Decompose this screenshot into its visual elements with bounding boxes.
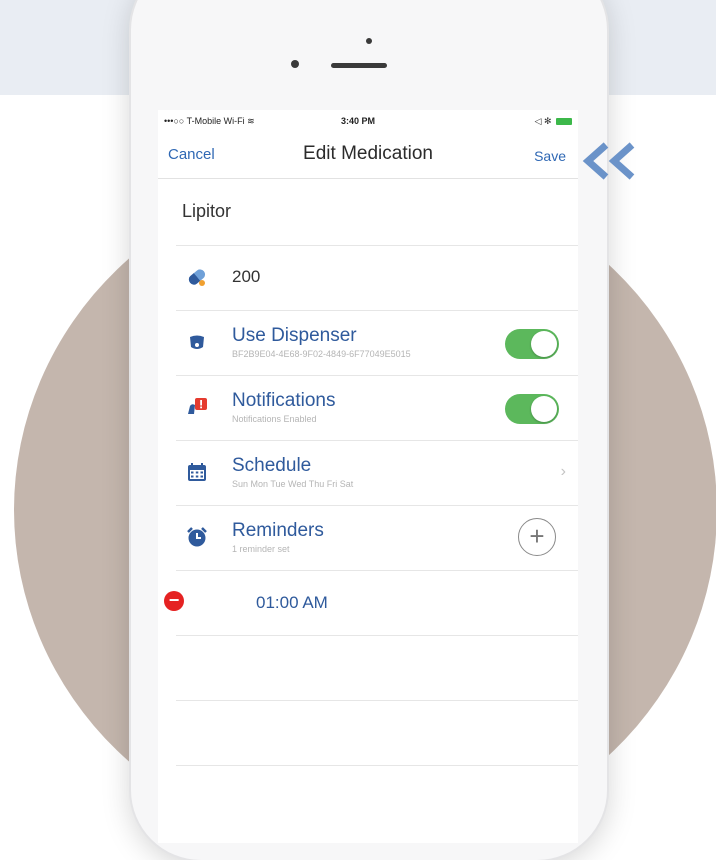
remove-reminder-icon[interactable]: − <box>164 591 184 611</box>
status-icons: ◁ ✻ <box>535 116 572 127</box>
pill-icon <box>188 269 206 286</box>
reminders-row: Reminders 1 reminder set + <box>176 506 578 571</box>
status-bar: •••○○ T-Mobile Wi-Fi ≋ 3:40 PM ◁ ✻ <box>158 110 578 132</box>
schedule-row[interactable]: Schedule Sun Mon Tue Wed Thu Fri Sat › <box>176 441 578 506</box>
page-title: Edit Medication <box>303 143 433 164</box>
use-dispenser-toggle[interactable] <box>505 329 559 359</box>
use-dispenser-row: Use Dispenser BF2B9E04-4E68-9F02-4849-6F… <box>176 311 578 376</box>
calendar-icon <box>188 463 206 481</box>
phone-sensor <box>366 38 372 44</box>
medication-name-value: Lipitor <box>182 201 232 221</box>
battery-icon <box>556 118 572 126</box>
medication-name-field[interactable]: Lipitor <box>176 179 578 246</box>
save-button[interactable]: Save <box>534 148 566 164</box>
notification-bell-icon <box>188 398 207 414</box>
double-chevron-left-icon <box>582 142 635 180</box>
reminder-time-row[interactable]: − 01:00 AM <box>164 571 578 636</box>
status-time: 3:40 PM <box>341 116 376 126</box>
navigation-bar: Cancel Edit Medication Save <box>158 132 578 179</box>
toggle-knob <box>531 396 557 422</box>
phone-camera <box>291 60 299 68</box>
phone-speaker <box>331 63 387 68</box>
chevron-right-icon: › <box>560 463 566 480</box>
reminder-time: 01:00 AM <box>256 593 328 612</box>
schedule-days: Sun Mon Tue Wed Thu Fri Sat <box>232 479 354 489</box>
use-dispenser-label: Use Dispenser <box>232 325 357 346</box>
reminders-label: Reminders <box>232 520 324 541</box>
schedule-label: Schedule <box>232 455 312 476</box>
phone-screen: •••○○ T-Mobile Wi-Fi ≋ 3:40 PM ◁ ✻ Cance… <box>158 110 578 843</box>
alarm-clock-icon <box>187 527 207 547</box>
notifications-row: Notifications Notifications Enabled <box>176 376 578 441</box>
location-bluetooth-icons: ◁ ✻ <box>534 116 552 126</box>
add-reminder-button[interactable]: + <box>518 518 556 556</box>
carrier-label: •••○○ T-Mobile Wi-Fi ≋ <box>164 116 255 126</box>
dispenser-icon <box>190 335 204 349</box>
empty-list-row <box>176 636 578 701</box>
notifications-label: Notifications <box>232 390 336 411</box>
notifications-toggle[interactable] <box>505 394 559 424</box>
reminders-count: 1 reminder set <box>232 544 290 554</box>
toggle-knob <box>531 331 557 357</box>
dispenser-id: BF2B9E04-4E68-9F02-4849-6F77049E5015 <box>232 349 411 359</box>
dosage-value: 200 <box>232 267 261 286</box>
dosage-row[interactable]: 200 <box>176 246 578 311</box>
empty-list-row <box>176 701 578 766</box>
notifications-status: Notifications Enabled <box>232 414 317 424</box>
